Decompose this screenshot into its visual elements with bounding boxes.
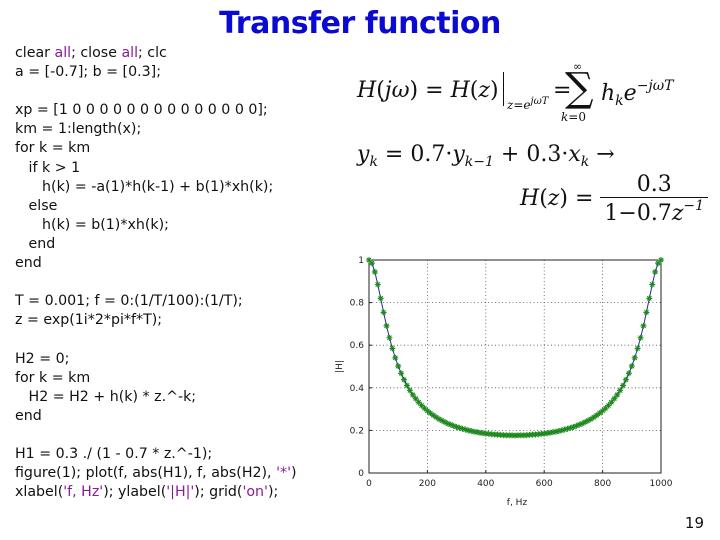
x-tick-label: 1000	[650, 479, 673, 489]
code-token: clear	[15, 45, 55, 61]
code-line: for k = km	[15, 139, 297, 158]
denominator-text: 1−0.7	[604, 201, 672, 226]
code-token-str: 'on'	[242, 484, 268, 501]
code-line: H1 = 0.3 ./ (1 - 0.7 * z.^-1);	[15, 445, 297, 464]
code-token: end	[15, 255, 42, 272]
code-line: h(k) = b(1)*xh(k);	[15, 216, 297, 235]
slide-title: Transfer function	[219, 6, 501, 41]
matlab-code-block: clear all; close all; clc a = [-0.7]; b =…	[15, 44, 297, 502]
x-tick-label: 200	[419, 479, 436, 489]
data-point-star	[617, 387, 624, 394]
code-token: a = [-0.7]; b = [0.3];	[15, 64, 161, 81]
x-tick-label: 600	[536, 479, 553, 489]
code-token: ; clc	[138, 45, 167, 61]
data-point-star	[620, 382, 627, 389]
y-axis-label: |H|	[335, 360, 345, 373]
coef-a: 0.7	[410, 142, 446, 167]
code-token: figure(1); plot(f, abs(H1), f, abs(H2),	[15, 465, 277, 482]
equation-transfer-function: H(z) = 0.3 1−0.7z−1	[520, 172, 709, 226]
code-line: h(k) = -a(1)*h(k-1) + b(1)*xh(k);	[15, 178, 297, 197]
code-token: for k = km	[15, 369, 91, 386]
code-token: for k = km	[15, 140, 91, 157]
y-tick-label: 0.4	[350, 384, 365, 394]
y-tick-label: 0.6	[350, 341, 365, 351]
code-token-kw: all	[54, 45, 72, 61]
data-point-star	[658, 257, 664, 263]
data-point-star	[625, 370, 632, 377]
data-point-star	[637, 334, 644, 341]
code-token: xp = [1 0 0 0 0 0 0 0 0 0 0 0 0 0 0];	[15, 102, 268, 119]
code-token: h(k) = -a(1)*h(k-1) + b(1)*xh(k);	[15, 178, 274, 195]
code-line: xp = [1 0 0 0 0 0 0 0 0 0 0 0 0 0 0];	[15, 101, 297, 120]
code-token: )	[290, 465, 297, 482]
code-token: ); ylabel(	[103, 484, 167, 501]
fraction-denominator: 1−0.7z−1	[600, 197, 709, 226]
code-line: end	[15, 407, 297, 426]
code-token: km = 1:length(x);	[15, 121, 142, 138]
y-tick-label: 0.2	[350, 426, 364, 436]
code-token: ; close	[71, 45, 122, 61]
arrow-right-icon: →	[596, 142, 615, 167]
code-token: ); grid(	[194, 484, 243, 501]
code-token-str: '|H|'	[166, 484, 195, 501]
code-token-kw: all	[121, 45, 139, 61]
fraction-numerator: 0.3	[636, 172, 672, 197]
code-token-str: '*'	[276, 465, 291, 482]
magnitude-response-chart: 0 200 400 600 800 1000 0 0.2 0.4 0.6 0.8 1 f, Hz |H|	[335, 256, 673, 508]
code-line: for k = km	[15, 369, 297, 388]
code-line: km = 1:length(x);	[15, 120, 297, 139]
code-token: xlabel(	[15, 484, 64, 501]
code-token: end	[15, 235, 56, 252]
code-line: xlabel('f, Hz'); ylabel('|H|'); grid('on…	[15, 483, 297, 502]
x-tick-label: 400	[477, 479, 494, 489]
x-tick-label: 800	[594, 479, 611, 489]
equation-difference: yk = 0.7·yk−1 + 0.3·xk →	[357, 142, 615, 170]
y-tick-label: 1	[358, 256, 364, 266]
x-tick-label: 0	[366, 479, 372, 489]
code-line: T = 0.001; f = 0:(1/T/100):(1/T);	[15, 292, 297, 311]
code-token: H2 = 0;	[15, 350, 70, 367]
code-line: H2 = H2 + h(k) * z.^-k;	[15, 388, 297, 407]
x-axis-label: f, Hz	[507, 498, 528, 508]
code-token: h(k) = b(1)*xh(k);	[15, 216, 169, 233]
code-line: figure(1); plot(f, abs(H1), f, abs(H2), …	[15, 464, 297, 483]
code-token: T = 0.001; f = 0:(1/T/100):(1/T);	[15, 293, 243, 310]
equation-frequency-response: H(jω) = H(z) z=ejωT = ∞ ∑ k=0 hke−jωT	[357, 60, 674, 124]
code-token-str: 'f, Hz'	[63, 484, 104, 501]
code-line: else	[15, 197, 297, 216]
code-line: clear all; close all; clc	[15, 44, 297, 63]
coef-b: 0.3	[526, 142, 562, 167]
code-line: a = [-0.7]; b = [0.3];	[15, 63, 297, 82]
code-line: if k > 1	[15, 159, 297, 178]
y-tick-label: 0	[358, 469, 364, 479]
code-token: else	[15, 197, 58, 214]
code-token: );	[267, 484, 279, 501]
code-line: H2 = 0;	[15, 350, 297, 369]
code-token: end	[15, 407, 42, 424]
code-line: z = exp(1i*2*pi*f*T);	[15, 311, 297, 330]
code-token: if k > 1	[15, 159, 81, 176]
code-line: end	[15, 254, 297, 273]
code-token: H1 = 0.3 ./ (1 - 0.7 * z.^-1);	[15, 445, 213, 462]
data-point-star	[646, 295, 653, 302]
y-tick-label: 0.8	[350, 299, 365, 309]
code-line: end	[15, 235, 297, 254]
page-number: 19	[684, 514, 704, 532]
plot-area	[369, 260, 661, 473]
code-token: z = exp(1i*2*pi*f*T);	[15, 312, 163, 329]
code-token: H2 = H2 + h(k) * z.^-k;	[15, 388, 197, 405]
